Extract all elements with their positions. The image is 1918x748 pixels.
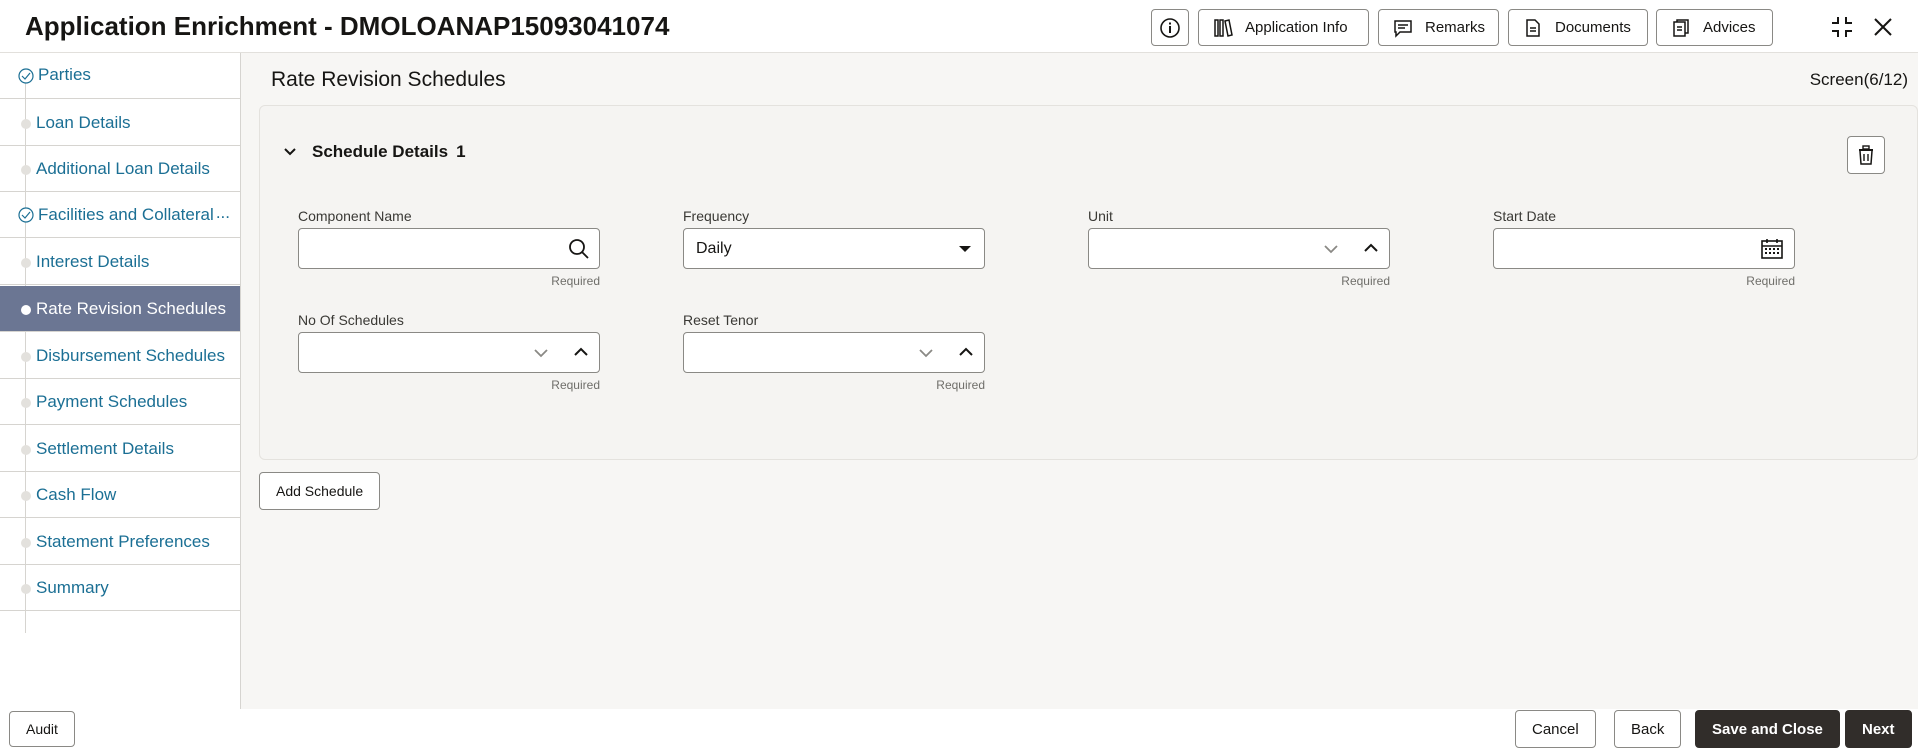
no-of-schedules-input[interactable] — [298, 332, 600, 373]
advices-label: Advices — [1703, 19, 1756, 36]
sidebar-item-label: Parties — [38, 65, 91, 84]
application-info-button[interactable]: Application Info — [1198, 9, 1369, 46]
screen-counter: Screen(6/12) — [1809, 70, 1908, 89]
documents-label: Documents — [1555, 19, 1631, 36]
field-label: Component Name — [298, 208, 412, 224]
field-label: Frequency — [683, 208, 750, 224]
delete-schedule-button[interactable] — [1847, 136, 1885, 174]
field-label: Start Date — [1493, 208, 1557, 224]
documents-button[interactable]: Documents — [1508, 9, 1648, 46]
document-icon — [1526, 18, 1540, 37]
next-button[interactable]: Next — [1845, 710, 1912, 748]
section-number: 1 — [456, 142, 466, 161]
sidebar-item-parties[interactable]: Parties — [0, 53, 240, 99]
advices-button[interactable]: Advices — [1656, 9, 1773, 46]
trash-icon — [1859, 145, 1873, 165]
cancel-button[interactable]: Cancel — [1515, 710, 1596, 748]
section-title: Schedule Details — [312, 142, 449, 161]
status-dot — [21, 352, 31, 362]
field-value: Daily — [696, 240, 732, 257]
sidebar-item-disbursement-schedules[interactable]: Disbursement Schedules — [0, 333, 240, 379]
status-dot — [21, 305, 31, 315]
check-circle-icon — [18, 68, 34, 84]
component-name-input[interactable] — [298, 228, 600, 269]
sidebar-item-label: Summary — [36, 578, 109, 597]
remarks-button[interactable]: Remarks — [1378, 9, 1499, 46]
frequency-select[interactable]: Daily — [683, 228, 985, 269]
sidebar-item-cash-flow[interactable]: Cash Flow — [0, 472, 240, 518]
sidebar-item-payment-schedules[interactable]: Payment Schedules — [0, 379, 240, 425]
sidebar-item-summary[interactable]: Summary — [0, 565, 240, 611]
status-dot — [21, 538, 31, 548]
required-hint: Required — [936, 378, 985, 392]
train-stop-sidebar: Parties Loan Details Additional Loan Det… — [0, 53, 241, 709]
chevron-down-icon[interactable] — [1323, 243, 1339, 255]
info-button[interactable] — [1151, 9, 1189, 46]
reset-tenor-input[interactable] — [683, 332, 985, 373]
status-dot — [21, 491, 31, 501]
status-dot — [21, 398, 31, 408]
unit-input[interactable] — [1088, 228, 1390, 269]
header-bar: Application Enrichment - DMOLOANAP150930… — [0, 0, 1918, 53]
sidebar-item-loan-details[interactable]: Loan Details — [0, 100, 240, 146]
sidebar-item-label: Rate Revision Schedules — [36, 299, 226, 318]
check-circle-icon — [18, 207, 34, 223]
more-indicator: ... — [215, 203, 230, 222]
close-icon[interactable] — [1872, 16, 1894, 38]
sidebar-item-settlement-details[interactable]: Settlement Details — [0, 426, 240, 472]
chevron-down-icon — [284, 148, 296, 156]
save-and-close-button[interactable]: Save and Close — [1695, 710, 1840, 748]
library-icon — [1214, 18, 1233, 37]
sidebar-item-label: Payment Schedules — [36, 392, 188, 411]
search-icon[interactable] — [568, 238, 590, 260]
chevron-up-icon[interactable] — [1363, 242, 1379, 254]
required-hint: Required — [551, 378, 600, 392]
field-label: Reset Tenor — [683, 312, 759, 328]
required-hint: Required — [551, 274, 600, 288]
sidebar-item-facilities-and-collateral[interactable]: Facilities and Collateral ... — [0, 192, 240, 238]
main-content: Rate Revision Schedules Screen(6/12) Sch… — [241, 53, 1918, 709]
info-icon — [1160, 17, 1180, 38]
audit-button[interactable]: Audit — [9, 711, 75, 747]
status-dot — [21, 258, 31, 268]
required-hint: Required — [1746, 274, 1795, 288]
collapse-icon[interactable] — [1830, 15, 1854, 39]
sidebar-item-label: Facilities and Collateral — [38, 205, 214, 224]
schedule-details-panel: Schedule Details 1 Component Name Requir… — [259, 105, 1918, 460]
sidebar-item-label: Disbursement Schedules — [36, 346, 225, 365]
sidebar-item-label: Cash Flow — [36, 485, 117, 504]
sidebar-item-label: Interest Details — [36, 252, 150, 271]
chevron-up-icon[interactable] — [573, 346, 589, 358]
page-header-title: Application Enrichment - DMOLOANAP150930… — [25, 11, 670, 41]
caret-down-icon — [959, 246, 971, 252]
sidebar-item-additional-loan-details[interactable]: Additional Loan Details — [0, 146, 240, 192]
required-hint: Required — [1341, 274, 1390, 288]
calendar-icon[interactable] — [1760, 238, 1784, 260]
sidebar-item-label: Loan Details — [36, 113, 131, 132]
status-dot — [21, 445, 31, 455]
back-button[interactable]: Back — [1614, 710, 1682, 748]
chevron-up-icon[interactable] — [958, 346, 974, 358]
field-label: Unit — [1088, 208, 1113, 224]
status-dot — [21, 119, 31, 129]
advice-icon — [1673, 18, 1689, 37]
field-label: No Of Schedules — [298, 312, 404, 328]
sidebar-item-statement-preferences[interactable]: Statement Preferences — [0, 519, 240, 565]
sidebar-item-label: Settlement Details — [36, 439, 174, 458]
sidebar-item-label: Statement Preferences — [36, 532, 210, 551]
add-schedule-button[interactable]: Add Schedule — [259, 472, 381, 510]
page-title: Rate Revision Schedules — [271, 68, 506, 91]
remarks-label: Remarks — [1425, 19, 1486, 36]
chevron-down-icon[interactable] — [533, 347, 549, 359]
sidebar-item-interest-details[interactable]: Interest Details — [0, 239, 240, 285]
status-dot — [21, 584, 31, 594]
start-date-input[interactable] — [1493, 228, 1795, 269]
schedule-details-toggle[interactable]: Schedule Details 1 — [282, 142, 466, 162]
status-dot — [21, 165, 31, 175]
sidebar-item-rate-revision-schedules[interactable]: Rate Revision Schedules — [0, 286, 240, 332]
application-info-label: Application Info — [1245, 19, 1348, 36]
sidebar-item-label: Additional Loan Details — [36, 159, 210, 178]
chevron-down-icon[interactable] — [918, 347, 934, 359]
comment-icon — [1394, 19, 1412, 38]
